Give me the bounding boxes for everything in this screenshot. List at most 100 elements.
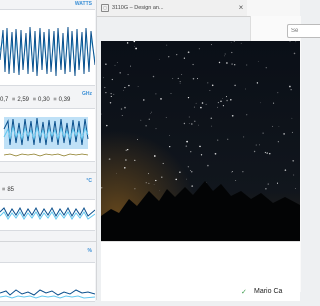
star bbox=[126, 42, 129, 44]
star bbox=[211, 125, 213, 127]
freq-value-2: 2,59 bbox=[17, 97, 30, 103]
star bbox=[191, 171, 193, 173]
tab-title: 3110G – Design an... bbox=[112, 5, 164, 11]
star bbox=[201, 102, 204, 104]
star bbox=[183, 122, 186, 125]
star bbox=[162, 162, 164, 165]
star bbox=[226, 99, 228, 102]
night-sky-photo[interactable] bbox=[101, 41, 300, 241]
star bbox=[262, 132, 264, 134]
star bbox=[290, 89, 292, 91]
star bbox=[233, 41, 235, 42]
search-input[interactable] bbox=[287, 24, 320, 38]
star bbox=[186, 140, 188, 143]
star bbox=[200, 154, 203, 156]
star bbox=[255, 144, 257, 146]
star bbox=[205, 103, 207, 105]
star bbox=[230, 98, 232, 101]
star bbox=[220, 100, 222, 103]
star bbox=[179, 171, 181, 173]
power-line-dark bbox=[0, 26, 96, 77]
star bbox=[191, 185, 194, 187]
star bbox=[253, 150, 256, 153]
star bbox=[193, 106, 195, 108]
star bbox=[230, 41, 232, 43]
star bbox=[231, 171, 233, 173]
star bbox=[151, 111, 152, 113]
star bbox=[243, 136, 245, 138]
star bbox=[223, 55, 225, 57]
star bbox=[231, 114, 234, 117]
star bbox=[147, 173, 150, 175]
tab-close-button[interactable]: × bbox=[236, 3, 246, 13]
frequency-graph-svg bbox=[3, 117, 89, 157]
temp-line-dark bbox=[0, 206, 96, 218]
star bbox=[124, 87, 126, 89]
check-icon: ✓ bbox=[241, 289, 247, 296]
star bbox=[277, 92, 279, 94]
star bbox=[293, 174, 295, 176]
star bbox=[185, 145, 188, 147]
temperature-graph-svg bbox=[0, 206, 96, 220]
usage-line-dark bbox=[0, 289, 96, 296]
star bbox=[103, 77, 105, 79]
star bbox=[199, 145, 201, 148]
star bbox=[114, 64, 116, 66]
freq-label-icon: ▦ bbox=[32, 97, 36, 102]
star bbox=[172, 78, 174, 80]
star bbox=[227, 138, 229, 140]
star bbox=[217, 139, 219, 141]
star bbox=[209, 90, 211, 91]
star bbox=[128, 84, 130, 87]
star bbox=[196, 78, 199, 80]
star bbox=[265, 187, 267, 190]
star bbox=[187, 166, 189, 168]
ghz-unit-label: GHz bbox=[82, 91, 92, 97]
star bbox=[187, 51, 190, 54]
star bbox=[267, 183, 269, 185]
divider bbox=[0, 172, 96, 173]
star bbox=[194, 120, 196, 123]
celsius-unit-label: °C bbox=[86, 178, 92, 184]
star bbox=[234, 64, 236, 66]
star bbox=[135, 47, 137, 50]
percent-unit-label: % bbox=[87, 248, 92, 254]
star bbox=[125, 159, 127, 161]
star bbox=[222, 105, 224, 107]
star bbox=[214, 152, 217, 155]
star bbox=[125, 149, 128, 152]
freq-value-3: 0,30 bbox=[38, 97, 50, 103]
browser-tab[interactable]: ▢ 3110G – Design an... bbox=[97, 0, 247, 16]
star bbox=[177, 77, 179, 79]
star bbox=[169, 135, 171, 136]
star bbox=[155, 179, 157, 182]
star bbox=[192, 63, 194, 66]
star bbox=[124, 106, 126, 109]
star bbox=[121, 114, 123, 117]
star bbox=[148, 118, 150, 120]
star bbox=[259, 144, 260, 146]
star bbox=[292, 159, 295, 162]
star bbox=[120, 108, 123, 110]
temperature-label-icon: ▦ bbox=[2, 187, 6, 192]
star bbox=[218, 61, 221, 64]
star bbox=[265, 67, 267, 69]
freq-line-olive bbox=[3, 153, 89, 157]
star bbox=[167, 55, 170, 58]
star bbox=[175, 178, 177, 181]
star bbox=[134, 188, 136, 190]
star bbox=[130, 65, 131, 67]
photographer-credit[interactable]: Mario Ca bbox=[254, 288, 282, 295]
star bbox=[105, 63, 107, 65]
star bbox=[195, 102, 197, 104]
star bbox=[145, 182, 147, 184]
star bbox=[226, 62, 228, 64]
usage-line-light bbox=[0, 295, 96, 299]
star bbox=[140, 119, 142, 121]
star bbox=[105, 91, 107, 94]
tab-favicon-icon: ▢ bbox=[101, 4, 109, 12]
star bbox=[101, 187, 103, 189]
freq-value-1: 0,7 bbox=[0, 97, 9, 103]
star bbox=[113, 93, 115, 95]
star bbox=[273, 102, 275, 104]
